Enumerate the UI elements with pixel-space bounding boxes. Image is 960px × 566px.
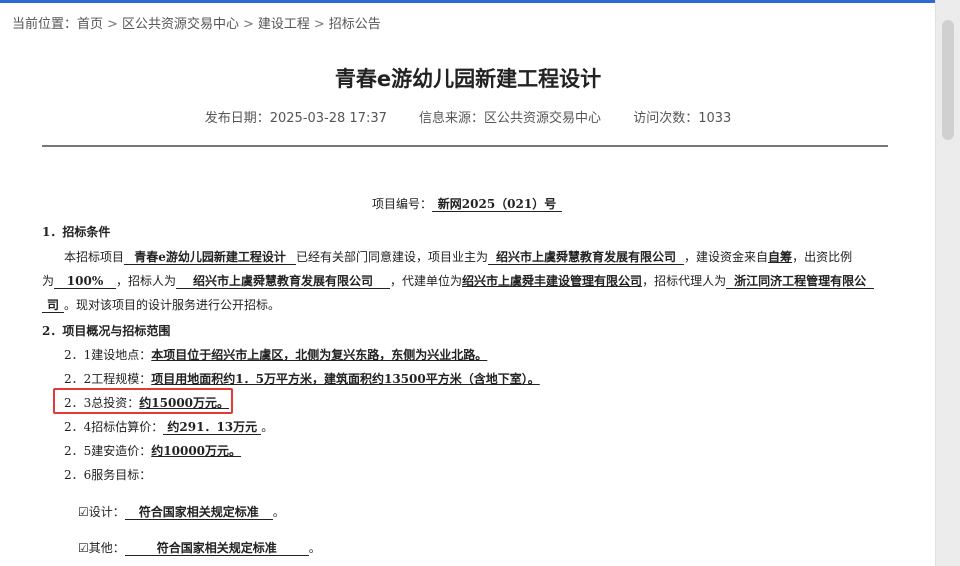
item-2-4-value: 约291．13万元 bbox=[163, 420, 262, 435]
goal-other: ☑其他： 符合国家相关规定标准。 bbox=[78, 539, 321, 556]
tenderer-value: 绍兴市上虞舜慧教育发展有限公司 bbox=[176, 274, 391, 289]
item-2-6-label: 2．6服务目标： bbox=[64, 468, 152, 482]
item-2-5-value: 约10000万元。 bbox=[151, 444, 242, 458]
agent-builder-value: 绍兴市上虞舜丰建设管理有限公司 bbox=[462, 274, 643, 288]
visit-count-label: 访问次数： bbox=[633, 111, 699, 126]
section-2-title: 2．项目概况与招标范围 bbox=[42, 324, 171, 338]
visit-count: 访问次数：1033 bbox=[633, 111, 731, 126]
goal-other-value: 符合国家相关规定标准 bbox=[124, 541, 309, 556]
project-name-value: 青春e游幼儿园新建工程设计 bbox=[124, 250, 297, 265]
breadcrumb: 当前位置：首页 > 区公共资源交易中心 > 建设工程 > 招标公告 bbox=[12, 13, 381, 32]
item-2-2-label: 2．2工程规模： bbox=[64, 372, 152, 386]
fund-source-value: 自筹 bbox=[768, 250, 793, 264]
publish-date-label: 发布日期： bbox=[204, 111, 270, 126]
text-fragment: ，建设资金来自 bbox=[684, 250, 769, 264]
publish-date-value: 2025-03-28 17:37 bbox=[269, 111, 387, 126]
section-1-paragraph-line-2: 为 100% ，招标人为 绍兴市上虞舜慧教育发展有限公司 ，代建单位为绍兴市上虞舜丰建设… bbox=[42, 272, 875, 289]
item-2-4-label: 2．4招标估算价： bbox=[64, 420, 164, 434]
ratio-value: 100% bbox=[54, 274, 117, 289]
text-fragment: ，出资比例 bbox=[792, 250, 853, 264]
text-fragment: ，代建单位为 bbox=[390, 274, 463, 288]
article-meta: 发布日期：2025-03-28 17:37 信息来源：区公共资源交易中心 访问次… bbox=[0, 107, 936, 126]
breadcrumb-home[interactable]: 首页 bbox=[77, 17, 103, 32]
visit-count-value: 1033 bbox=[698, 111, 732, 126]
item-2-2: 2．2工程规模：项目用地面积约1．5万平方米，建筑面积约13500平方米（含地下… bbox=[64, 370, 540, 387]
breadcrumb-trading-center[interactable]: 区公共资源交易中心 bbox=[122, 17, 239, 32]
item-2-1-label: 2．1建设地点： bbox=[64, 348, 152, 362]
text-fragment: ，招标人为 bbox=[116, 274, 177, 288]
breadcrumb-separator: > bbox=[107, 17, 118, 32]
publish-date: 发布日期：2025-03-28 17:37 bbox=[205, 111, 387, 126]
item-2-4: 2．4招标估算价： 约291．13万元。 bbox=[64, 418, 273, 435]
item-2-6: 2．6服务目标： bbox=[64, 466, 151, 483]
item-2-1: 2．1建设地点：本项目位于绍兴市上虞区，北侧为复兴东路，东侧为兴业北路。 bbox=[64, 346, 487, 363]
goal-design-value: 符合国家相关规定标准 bbox=[124, 505, 273, 520]
page-content: 当前位置：首页 > 区公共资源交易中心 > 建设工程 > 招标公告 青春e游幼儿园新建工程设… bbox=[0, 3, 936, 566]
section-1-title: 1．招标条件 bbox=[42, 225, 111, 239]
text-fragment: 。 bbox=[308, 541, 321, 555]
info-source: 信息来源：区公共资源交易中心 bbox=[419, 111, 601, 126]
goal-design-checkbox-label: ☑设计： bbox=[78, 505, 125, 519]
breadcrumb-construction[interactable]: 建设工程 bbox=[258, 17, 310, 32]
goal-other-checkbox-label: ☑其他： bbox=[78, 541, 125, 555]
owner-value: 绍兴市上虞舜慧教育发展有限公司 bbox=[488, 250, 685, 265]
tender-agent-value: 浙江同济工程管理有限公 bbox=[726, 274, 875, 289]
project-number-label: 项目编号： bbox=[372, 197, 433, 211]
page-title: 青春e游幼儿园新建工程设计 bbox=[334, 67, 602, 91]
item-2-1-value: 本项目位于绍兴市上虞区，北侧为复兴东路，东侧为兴业北路。 bbox=[151, 348, 488, 362]
tender-agent-value-tail: 司 bbox=[42, 298, 64, 313]
text-fragment: 。现对该项目的设计服务进行公开招标。 bbox=[64, 298, 281, 312]
text-fragment: 本招标项目 bbox=[64, 250, 125, 264]
info-source-label: 信息来源： bbox=[419, 111, 485, 126]
text-fragment: ，招标代理人为 bbox=[642, 274, 727, 288]
breadcrumb-separator: > bbox=[313, 17, 325, 32]
project-number-value: 新网2025（021）号 bbox=[432, 197, 563, 212]
breadcrumb-separator: > bbox=[242, 17, 254, 32]
text-fragment: 。 bbox=[261, 420, 274, 434]
breadcrumb-tender-notice[interactable]: 招标公告 bbox=[329, 17, 381, 32]
info-source-value: 区公共资源交易中心 bbox=[484, 111, 602, 126]
section-1-paragraph-line-1: 本招标项目 青春e游幼儿园新建工程设计 已经有关部门同意建设，项目业主为 绍兴市上虞舜… bbox=[64, 248, 852, 265]
vertical-scrollbar[interactable] bbox=[935, 0, 960, 566]
breadcrumb-prefix: 当前位置： bbox=[12, 17, 78, 32]
item-2-5-label: 2．5建安造价： bbox=[64, 444, 152, 458]
goal-design: ☑设计： 符合国家相关规定标准。 bbox=[78, 503, 285, 520]
item-2-2-value: 项目用地面积约1．5万平方米，建筑面积约13500平方米（含地下室）。 bbox=[151, 372, 540, 386]
project-number-line: 项目编号： 新网2025（021）号 bbox=[372, 195, 563, 212]
text-fragment: 为 bbox=[42, 274, 55, 288]
item-2-5: 2．5建安造价：约10000万元。 bbox=[64, 442, 241, 459]
highlight-box bbox=[53, 388, 233, 414]
text-fragment: 已经有关部门同意建设，项目业主为 bbox=[296, 250, 489, 264]
text-fragment: 。 bbox=[272, 505, 285, 519]
title-divider bbox=[42, 145, 888, 147]
section-1-paragraph-line-3: 司。现对该项目的设计服务进行公开招标。 bbox=[42, 296, 280, 313]
scrollbar-thumb[interactable] bbox=[942, 20, 954, 140]
